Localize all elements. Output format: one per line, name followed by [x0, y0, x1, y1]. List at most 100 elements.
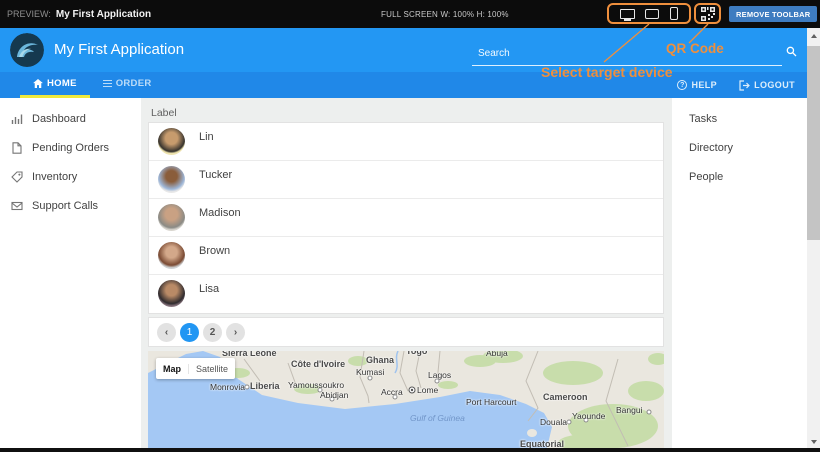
people-list: Lin Tucker Madison Brown Lisa: [148, 122, 664, 314]
scroll-down-arrow-icon[interactable]: [811, 440, 817, 444]
map-label: Equatorial: [520, 439, 564, 448]
tab-home[interactable]: HOME: [20, 72, 90, 98]
map-widget[interactable]: Sierra Leone Côte d'Ivoire Ghana Togo Ab…: [148, 351, 664, 448]
avatar: [158, 242, 185, 269]
sidebar-item-directory[interactable]: Directory: [672, 133, 807, 162]
sidebar-item-tasks[interactable]: Tasks: [672, 104, 807, 133]
person-name: Lisa: [199, 283, 219, 295]
sidebar-item-pending-orders[interactable]: Pending Orders: [0, 133, 141, 162]
annotation-qr-code: QR Code: [666, 41, 724, 56]
person-name: Brown: [199, 245, 230, 257]
search-input[interactable]: [472, 42, 782, 65]
page-1-button[interactable]: 1: [180, 323, 199, 342]
sidebar-item-people[interactable]: People: [672, 162, 807, 191]
envelope-icon: [11, 200, 23, 212]
avatar: [158, 280, 185, 307]
search-icon[interactable]: [786, 44, 797, 62]
map-label: Côte d'Ivoire: [291, 359, 345, 369]
device-selector-group: [607, 3, 691, 24]
list-item[interactable]: Lisa: [149, 275, 663, 313]
sidebar-item-label: People: [689, 171, 723, 183]
map-type-satellite-button[interactable]: Satellite: [189, 364, 235, 374]
map-label: Cameroon: [543, 392, 588, 402]
tab-home-label: HOME: [47, 78, 77, 89]
person-name: Lin: [199, 131, 214, 143]
vertical-scrollbar[interactable]: [807, 28, 820, 452]
page-2-button[interactable]: 2: [203, 323, 222, 342]
qr-code-icon: [701, 7, 715, 21]
phone-device-icon[interactable]: [670, 7, 678, 20]
scroll-up-arrow-icon[interactable]: [811, 34, 817, 38]
sidebar-item-dashboard[interactable]: Dashboard: [0, 104, 141, 133]
sidebar-item-label: Pending Orders: [32, 142, 109, 154]
document-icon: [11, 142, 23, 154]
tab-order-label: ORDER: [116, 78, 152, 89]
tablet-device-icon[interactable]: [645, 9, 659, 19]
toolbar-app-title: My First Application: [56, 9, 151, 20]
app-preview-window: PREVIEW: My First Application FULL SCREE…: [0, 0, 820, 452]
scrollbar-thumb[interactable]: [807, 46, 820, 240]
avatar: [158, 204, 185, 231]
remove-toolbar-button[interactable]: REMOVE TOOLBAR: [729, 6, 817, 22]
map-label: Yamoussoukro: [288, 380, 344, 390]
preview-toolbar: PREVIEW: My First Application FULL SCREE…: [0, 0, 820, 28]
list-header: Label: [151, 107, 177, 119]
list-item[interactable]: Brown: [149, 237, 663, 275]
app-nav-bar: HOME ORDER ? HELP LOGOUT: [0, 72, 807, 98]
map-label: Accra: [381, 387, 403, 397]
sidebar-item-label: Inventory: [32, 171, 77, 183]
sidebar-item-label: Tasks: [689, 113, 717, 125]
map-label: Port Harcourt: [466, 397, 517, 407]
map-label: Douala: [540, 417, 567, 427]
map-label: Abidjan: [320, 390, 348, 400]
map-label: Sierra Leone: [222, 351, 277, 358]
list-item[interactable]: Madison: [149, 199, 663, 237]
map-label: Togo: [406, 351, 427, 356]
sidebar-item-inventory[interactable]: Inventory: [0, 162, 141, 191]
right-sidebar: Tasks Directory People: [672, 98, 807, 448]
logout-link[interactable]: LOGOUT: [739, 80, 795, 91]
person-name: Tucker: [199, 169, 232, 181]
avatar: [158, 128, 185, 155]
map-label: Bangui: [616, 405, 642, 415]
bar-chart-icon: [11, 113, 23, 125]
sidebar-item-label: Support Calls: [32, 200, 98, 212]
header-app-title: My First Application: [54, 41, 184, 58]
map-label: Lome: [417, 385, 438, 395]
help-label: HELP: [691, 80, 717, 90]
map-label: Abuja: [486, 351, 508, 358]
map-label: Liberia: [250, 381, 280, 391]
sidebar-item-support-calls[interactable]: Support Calls: [0, 191, 141, 220]
next-page-button[interactable]: ›: [226, 323, 245, 342]
prev-page-button[interactable]: ‹: [157, 323, 176, 342]
pagination: ‹ 1 2 ›: [148, 317, 664, 347]
tag-icon: [11, 171, 23, 183]
logout-icon: [739, 80, 750, 91]
sidebar-item-label: Directory: [689, 142, 733, 154]
desktop-device-icon[interactable]: [620, 9, 635, 19]
annotation-select-target-device: Select target device: [541, 64, 673, 80]
help-icon: ?: [677, 80, 687, 90]
help-link[interactable]: ? HELP: [677, 80, 717, 90]
preview-label: PREVIEW:: [7, 9, 51, 19]
left-sidebar: Dashboard Pending Orders Inventory Suppo…: [0, 98, 141, 448]
logout-label: LOGOUT: [754, 80, 795, 90]
tab-order[interactable]: ORDER: [90, 72, 165, 98]
list-item[interactable]: Tucker: [149, 161, 663, 199]
qr-code-button[interactable]: [694, 3, 721, 24]
map-type-map-button[interactable]: Map: [156, 364, 189, 374]
avatar: [158, 166, 185, 193]
list-item[interactable]: Lin: [149, 123, 663, 161]
hamburger-icon: [103, 78, 112, 89]
map-label: Kumasi: [356, 367, 384, 377]
home-icon: [33, 79, 43, 88]
person-name: Madison: [199, 207, 241, 219]
map-label: Lagos: [428, 370, 451, 380]
bottom-edge: [0, 448, 820, 452]
search-box[interactable]: [472, 42, 782, 66]
app-logo: [10, 33, 44, 67]
fullscreen-status: FULL SCREEN W: 100% H: 100%: [381, 10, 509, 19]
map-label: Monrovia: [210, 382, 245, 392]
sidebar-item-label: Dashboard: [32, 113, 86, 125]
map-label: Yaounde: [572, 411, 605, 421]
